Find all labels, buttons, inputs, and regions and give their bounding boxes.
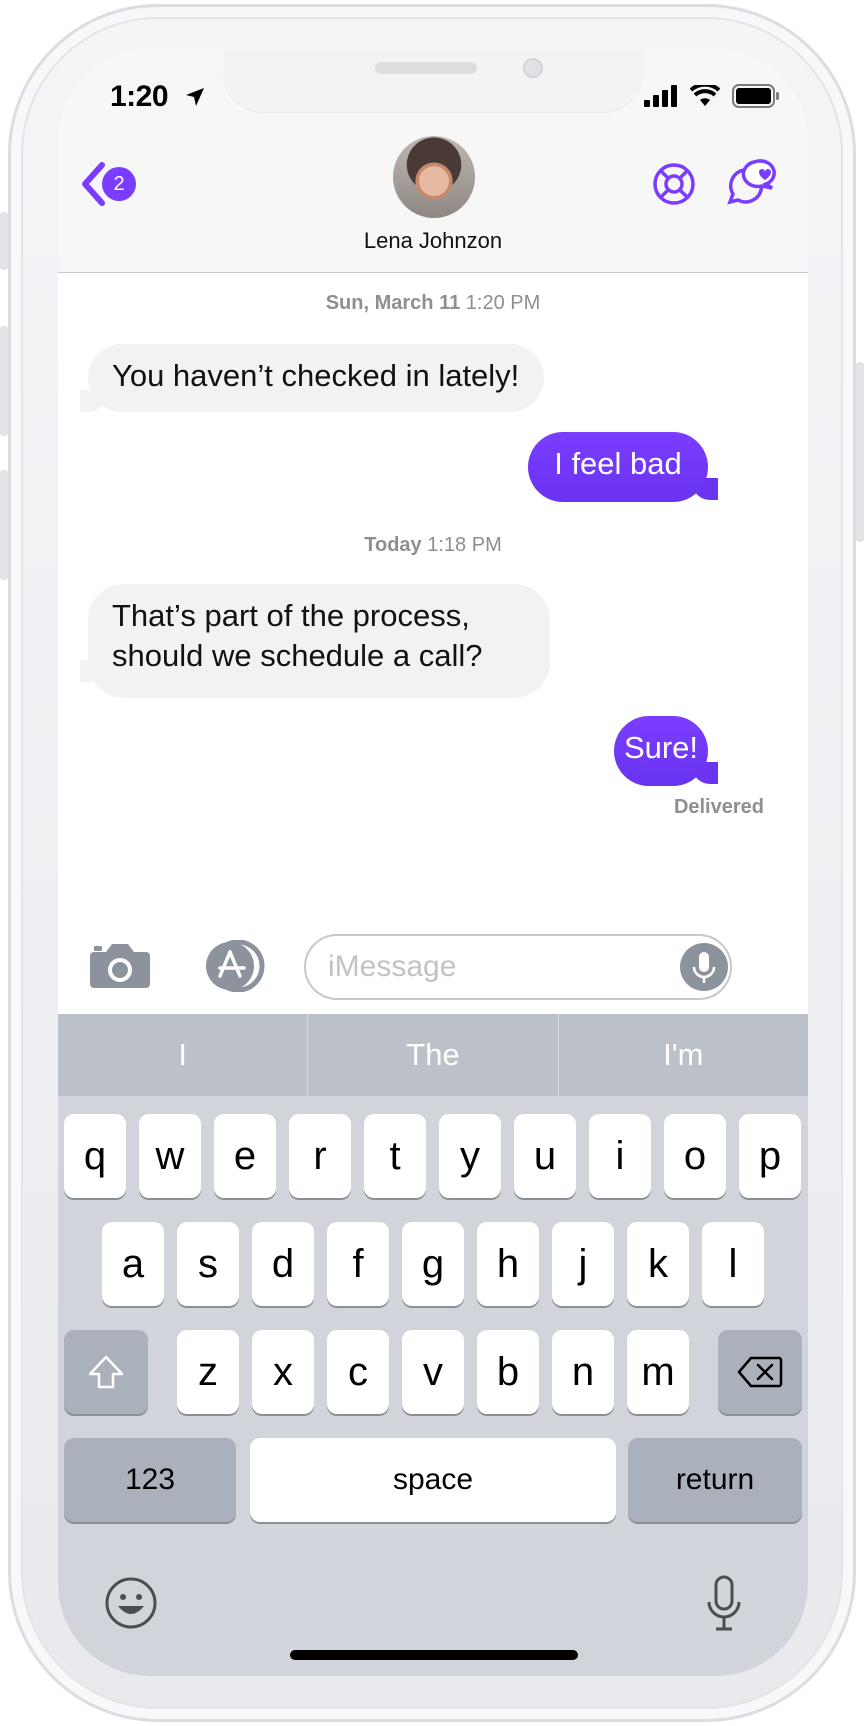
key[interactable]: a	[102, 1222, 164, 1306]
battery-icon	[732, 84, 779, 108]
timestamp-time: 1:20 PM	[465, 292, 541, 314]
camera-icon[interactable]	[88, 940, 152, 995]
predictive-bar: I The I'm	[58, 1014, 808, 1096]
key[interactable]: e	[214, 1114, 276, 1198]
timestamp-day: Today	[364, 534, 422, 556]
key[interactable]: l	[702, 1222, 764, 1306]
front-camera	[523, 58, 543, 78]
key[interactable]: f	[327, 1222, 389, 1306]
key[interactable]: c	[327, 1330, 389, 1414]
key[interactable]: r	[289, 1114, 351, 1198]
side-button	[0, 212, 8, 270]
avatar[interactable]	[393, 136, 475, 218]
timestamp-day: Sun, March 11	[325, 292, 461, 314]
status-time: 1:20	[110, 80, 169, 113]
key[interactable]: q	[64, 1114, 126, 1198]
key[interactable]: y	[439, 1114, 501, 1198]
key[interactable]: p	[739, 1114, 801, 1198]
side-button	[0, 326, 8, 436]
speaker	[375, 62, 477, 74]
home-indicator[interactable]	[290, 1650, 578, 1660]
key[interactable]: j	[552, 1222, 614, 1306]
key[interactable]: b	[477, 1330, 539, 1414]
side-button	[0, 470, 8, 580]
timestamp: Sun, March 11 1:20 PM	[58, 292, 808, 315]
key[interactable]: n	[552, 1330, 614, 1414]
key[interactable]: x	[252, 1330, 314, 1414]
shift-key[interactable]	[64, 1330, 148, 1414]
dictation-button[interactable]	[680, 943, 728, 991]
key[interactable]: h	[477, 1222, 539, 1306]
incoming-message[interactable]: You haven’t checked in lately!	[88, 344, 544, 412]
emoji-icon[interactable]	[104, 1576, 158, 1635]
key[interactable]: t	[364, 1114, 426, 1198]
message-line: should we schedule a call?	[112, 638, 483, 673]
keyboard: I The I'm q w e r t y u i o p a s d f g …	[58, 1014, 808, 1676]
suggestion-item[interactable]: I'm	[557, 1014, 808, 1096]
return-key[interactable]: return	[628, 1438, 802, 1522]
key[interactable]: g	[402, 1222, 464, 1306]
key[interactable]: w	[139, 1114, 201, 1198]
shift-icon	[88, 1355, 124, 1389]
key[interactable]: z	[177, 1330, 239, 1414]
delete-key[interactable]	[718, 1330, 802, 1414]
key[interactable]: m	[627, 1330, 689, 1414]
notch	[223, 50, 643, 112]
message-line: That’s part of the process,	[112, 598, 470, 633]
location-arrow-icon	[184, 84, 206, 115]
side-button	[856, 362, 864, 542]
dictation-icon[interactable]	[704, 1574, 744, 1637]
key[interactable]: v	[402, 1330, 464, 1414]
wifi-icon	[690, 85, 720, 106]
status-icons	[644, 84, 780, 108]
numbers-key[interactable]: 123	[64, 1438, 236, 1522]
back-button[interactable]: 2	[80, 162, 136, 206]
contact-name[interactable]: Lena Johnzon	[58, 228, 808, 254]
key[interactable]: u	[514, 1114, 576, 1198]
space-key[interactable]: space	[250, 1438, 616, 1522]
screen: 1:20 2 Lena Johnzon Sun, March 11 1:20 P…	[58, 50, 808, 1676]
timestamp: Today 1:18 PM	[58, 534, 808, 557]
unread-count-badge: 2	[102, 167, 136, 201]
conversation-header: 1:20 2 Lena Johnzon	[58, 50, 808, 273]
app-store-icon[interactable]	[198, 939, 270, 997]
incoming-message[interactable]: That’s part of the process, should we sc…	[88, 584, 550, 698]
message-input[interactable]	[304, 934, 732, 1000]
suggestion-item[interactable]: The	[307, 1014, 557, 1096]
timestamp-time: 1:18 PM	[427, 534, 502, 556]
outgoing-message[interactable]: Sure!	[614, 716, 708, 786]
outgoing-message[interactable]: I feel bad	[528, 432, 708, 502]
delivered-status: Delivered	[673, 796, 764, 818]
key[interactable]: d	[252, 1222, 314, 1306]
microphone-icon	[692, 952, 716, 983]
key[interactable]: s	[177, 1222, 239, 1306]
chat-heart-icon[interactable]	[724, 156, 776, 213]
suggestion-item[interactable]: I	[58, 1014, 307, 1096]
key[interactable]: k	[627, 1222, 689, 1306]
signal-icon	[644, 85, 677, 107]
backspace-icon	[737, 1356, 783, 1388]
key[interactable]: o	[664, 1114, 726, 1198]
key[interactable]: i	[589, 1114, 651, 1198]
lifebuoy-icon[interactable]	[652, 162, 696, 211]
